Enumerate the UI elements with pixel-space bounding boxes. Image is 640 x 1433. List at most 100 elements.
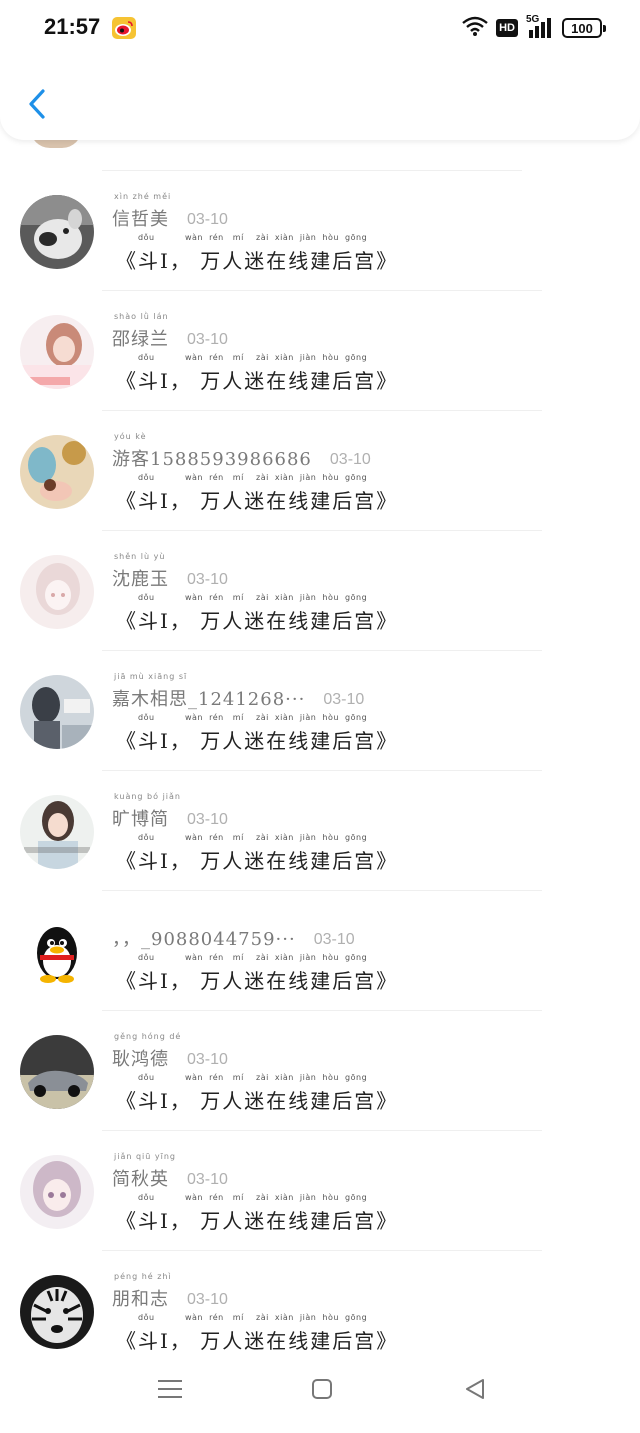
weibo-icon	[112, 17, 136, 39]
list-item[interactable]: jiǎn qiū yīng 简秋英 03-10 dǒu wàn rén mí zà…	[0, 1131, 640, 1251]
dog-avatar[interactable]	[20, 195, 94, 269]
user-name[interactable]: shào lǜ lán 邵绿兰	[112, 312, 169, 351]
comment-date: 03-10	[187, 571, 228, 588]
back-triangle-icon	[466, 1379, 484, 1399]
name-row: gěng hóng dé 耿鸿德 03-10	[112, 1032, 228, 1071]
message-pinyin: dǒu wàn rén mí zài xiàn jiàn hòu gōng	[138, 473, 368, 482]
name-row: shěn lù yù 沈鹿玉 03-10	[112, 552, 228, 591]
back-button[interactable]	[20, 82, 54, 126]
user-name[interactable]: jiā mù xiāng sī 嘉木相思_1241268···	[112, 672, 305, 711]
user-name[interactable]: gěng hóng dé 耿鸿德	[112, 1032, 180, 1071]
comment-date: 03-10	[187, 1171, 228, 1188]
comment-date: 03-10	[187, 1051, 228, 1068]
name-row: péng hé zhì 朋和志 03-10	[112, 1272, 228, 1311]
name-pinyin: jiǎn qiū yīng	[114, 1152, 176, 1161]
message-pinyin: dǒu wàn rén mí zài xiàn jiàn hòu gōng	[138, 593, 368, 602]
menu-button[interactable]	[150, 1369, 190, 1409]
user-name-text: 游客1588593986686	[112, 449, 312, 470]
message-pinyin: dǒu wàn rén mí zài xiàn jiàn hòu gōng	[138, 1193, 368, 1202]
comment-message: 《斗I， 万人迷在线建后宫》	[116, 729, 399, 753]
name-pinyin: kuàng bó jiǎn	[114, 792, 181, 801]
user-name-text: ，，_9088044759···	[112, 929, 296, 950]
name-pinyin: shào lǜ lán	[114, 312, 169, 321]
user-name-text: 信哲美	[112, 209, 169, 230]
anime-avatar[interactable]	[20, 555, 94, 629]
user-name[interactable]: kuàng bó jiǎn 旷博简	[112, 792, 180, 831]
comment-message: 《斗I， 万人迷在线建后宫》	[116, 969, 399, 993]
chevron-left-icon	[29, 89, 45, 119]
name-pinyin: shěn lù yù	[114, 552, 166, 561]
penguin-avatar[interactable]	[20, 915, 94, 989]
list-item[interactable]: gěng hóng dé 耿鸿德 03-10 dǒu wàn rén mí zài…	[0, 1011, 640, 1131]
user-name-text: 简秋英	[112, 1169, 169, 1190]
woman-avatar[interactable]	[20, 795, 94, 869]
name-pinyin: péng hé zhì	[114, 1272, 172, 1281]
comment-message: 《斗I， 万人迷在线建后宫》	[116, 1089, 399, 1113]
list-item[interactable]: jiā mù xiāng sī 嘉木相思_1241268··· 03-10 dǒu…	[0, 651, 640, 771]
list-item[interactable]: ，，_9088044759··· 03-10 dǒu wàn rén mí zà…	[0, 891, 640, 1011]
cartoon-avatar[interactable]	[20, 435, 94, 509]
list-item[interactable]: shěn lù yù 沈鹿玉 03-10 dǒu wàn rén mí zài x…	[0, 531, 640, 651]
name-row: shào lǜ lán 邵绿兰 03-10	[112, 312, 228, 351]
comment-message: 《斗I， 万人迷在线建后宫》	[116, 609, 399, 633]
list-item[interactable]: xìn zhé měi 信哲美 03-10 dǒu wàn rén mí zài …	[0, 171, 640, 291]
comment-date: 03-10	[187, 1291, 228, 1308]
user-name[interactable]: jiǎn qiū yīng 简秋英	[112, 1152, 175, 1191]
comment-date: 03-10	[187, 331, 228, 348]
menu-icon	[158, 1380, 182, 1398]
message-pinyin: dǒu wàn rén mí zài xiàn jiàn hòu gōng	[138, 953, 368, 962]
comment-message: 《斗I， 万人迷在线建后宫》	[116, 249, 399, 273]
message-pinyin: dǒu wàn rén mí zài xiàn jiàn hòu gōng	[138, 233, 368, 242]
status-icons: HD 5G 100	[462, 14, 606, 41]
message-pinyin: dǒu wàn rén mí zài xiàn jiàn hòu gōng	[138, 1073, 368, 1082]
name-row: ，，_9088044759··· 03-10	[112, 921, 355, 951]
name-row: yóu kè 游客1588593986686 03-10	[112, 432, 371, 471]
system-back-button[interactable]	[455, 1369, 495, 1409]
user-name[interactable]: ，，_9088044759···	[112, 925, 296, 951]
name-pinyin: gěng hóng dé	[114, 1032, 182, 1041]
user-name-text: 朋和志	[112, 1289, 169, 1310]
tiger-avatar[interactable]	[20, 1275, 94, 1349]
home-button[interactable]	[302, 1369, 342, 1409]
list-item[interactable]: yóu kè 游客1588593986686 03-10 dǒu wàn rén …	[0, 411, 640, 531]
user-name[interactable]: shěn lù yù 沈鹿玉	[112, 552, 169, 591]
user-name-text: 沈鹿玉	[112, 569, 169, 590]
photo-avatar[interactable]	[20, 675, 94, 749]
comment-date: 03-10	[187, 811, 228, 828]
signal-5g-icon: 5G	[526, 14, 554, 40]
comment-date: 03-10	[187, 211, 228, 228]
car-avatar[interactable]	[20, 1035, 94, 1109]
status-bar: 21:57 HD 5G 100	[0, 0, 640, 56]
name-row: jiǎn qiū yīng 简秋英 03-10	[112, 1152, 228, 1191]
list-item[interactable]: shào lǜ lán 邵绿兰 03-10 dǒu wàn rén mí zài …	[0, 291, 640, 411]
name-pinyin: yóu kè	[114, 432, 147, 441]
user-name-text: 邵绿兰	[112, 329, 169, 350]
comment-message: 《斗I， 万人迷在线建后宫》	[116, 369, 399, 393]
comment-message: 《斗I， 万人迷在线建后宫》	[116, 1329, 399, 1353]
battery-indicator: 100	[562, 18, 606, 38]
hd-badge: HD	[496, 19, 518, 37]
message-pinyin: dǒu wàn rén mí zài xiàn jiàn hòu gōng	[138, 353, 368, 362]
name-pinyin: xìn zhé měi	[114, 192, 172, 201]
status-time: 21:57	[44, 14, 101, 39]
name-row: kuàng bó jiǎn 旷博简 03-10	[112, 792, 228, 831]
user-name[interactable]: xìn zhé měi 信哲美	[112, 192, 170, 231]
home-square-icon	[312, 1379, 332, 1399]
user-name-text: 旷博简	[112, 809, 169, 830]
message-pinyin: dǒu wàn rén mí zài xiàn jiàn hòu gōng	[138, 833, 368, 842]
girl-avatar[interactable]	[20, 315, 94, 389]
anime-girl-avatar[interactable]	[20, 1155, 94, 1229]
user-name[interactable]: péng hé zhì 朋和志	[112, 1272, 171, 1311]
comment-date: 03-10	[329, 451, 371, 468]
comment-message: 《斗I， 万人迷在线建后宫》	[116, 1209, 399, 1233]
user-name-text: 耿鸿德	[112, 1049, 169, 1070]
name-row: xìn zhé měi 信哲美 03-10	[112, 192, 228, 231]
wifi-icon	[462, 16, 488, 40]
message-pinyin: dǒu wàn rén mí zài xiàn jiàn hòu gōng	[138, 713, 368, 722]
user-name[interactable]: yóu kè 游客1588593986686	[112, 432, 312, 471]
comment-date: 03-10	[323, 691, 365, 708]
list-item[interactable]: kuàng bó jiǎn 旷博简 03-10 dǒu wàn rén mí zà…	[0, 771, 640, 891]
system-nav-bar	[0, 1353, 640, 1433]
comment-message: 《斗I， 万人迷在线建后宫》	[116, 489, 399, 513]
comment-message: 《斗I， 万人迷在线建后宫》	[116, 849, 399, 873]
